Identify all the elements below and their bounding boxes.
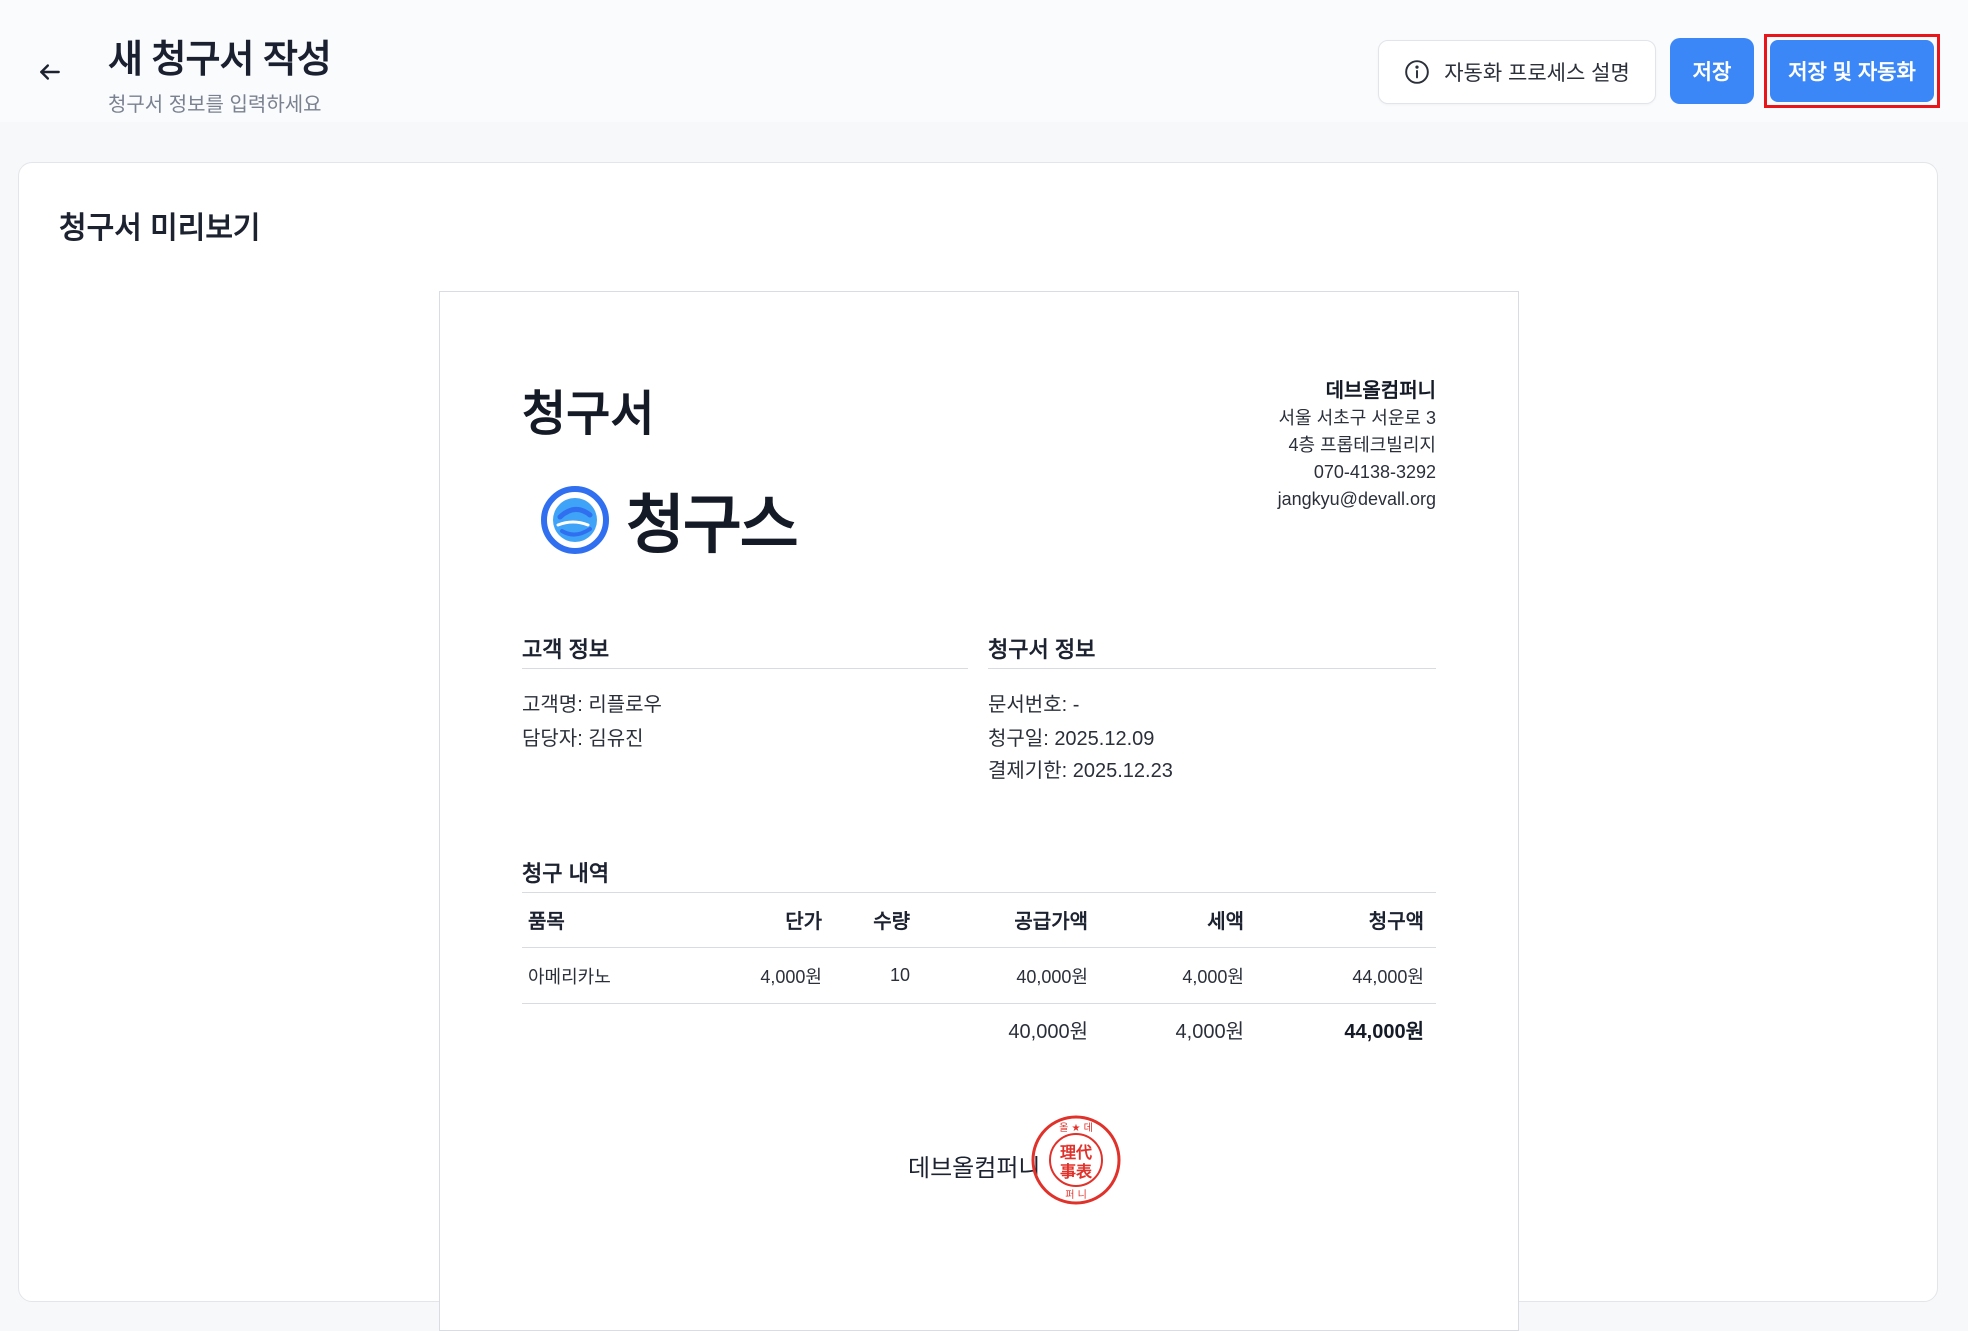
company-address-2: 4층 프롭테크빌리지 xyxy=(1288,435,1437,455)
due-date: 결제기한: 2025.12.23 xyxy=(988,760,1173,782)
invoice-date: 청구일: 2025.12.09 xyxy=(988,728,1155,750)
preview-title: 청구서 미리보기 xyxy=(59,212,261,245)
table-total-row: 40,000원 4,000원 44,000원 xyxy=(522,1004,1436,1054)
customer-name: 고객명: 리플로우 xyxy=(522,694,662,716)
company-seal-stamp-icon: 올 ★ 데 퍼 니 理代 事表 xyxy=(1031,1115,1121,1205)
company-logo: 청구스 xyxy=(540,474,799,566)
row-unit-price: 4,000원 xyxy=(760,966,822,987)
invoice-paper: 청구서 청구스 데브올컴퍼니 서울 서초구 서운로 3 4층 프롭테크빌리지 0… xyxy=(439,291,1519,1331)
customer-section-divider xyxy=(522,668,968,669)
header-supply-amount: 공급가액 xyxy=(1014,911,1088,933)
row-item: 아메리카노 xyxy=(528,966,611,987)
header-tax: 세액 xyxy=(1207,911,1244,933)
company-email: jangkyu@devall.org xyxy=(1277,489,1436,509)
svg-text:理代: 理代 xyxy=(1060,1143,1092,1162)
page-subtitle: 청구서 정보를 입력하세요 xyxy=(108,94,322,116)
row-quantity: 10 xyxy=(889,965,910,985)
total-supply-amount: 40,000원 xyxy=(1008,1020,1088,1043)
company-phone: 070-4138-3292 xyxy=(1313,462,1436,482)
invoice-title: 청구서 xyxy=(522,388,655,441)
total-tax: 4,000원 xyxy=(1175,1020,1244,1043)
save-and-automate-button[interactable]: 저장 및 자동화 xyxy=(1770,40,1934,102)
signature-company-name: 데브올컴퍼니 xyxy=(908,1155,1041,1182)
chunggus-logo-icon xyxy=(541,486,609,554)
customer-manager: 담당자: 김유진 xyxy=(522,728,644,750)
invoice-info-divider xyxy=(988,668,1436,669)
page-title: 새 청구서 작성 xyxy=(108,39,332,81)
invoice-preview-card: 청구서 미리보기 청구서 청구스 데브올컴퍼니 서울 서초구 서운로 3 4층 … xyxy=(18,162,1938,1331)
arrow-left-icon xyxy=(40,64,60,80)
company-address-1: 서울 서초구 서운로 3 xyxy=(1278,408,1437,428)
document-number: 문서번호: - xyxy=(988,694,1080,716)
row-billed-amount: 44,000원 xyxy=(1352,966,1424,987)
table-header: 품목 단가 수량 공급가액 세액 청구액 xyxy=(522,892,1436,948)
save-button[interactable]: 저장 xyxy=(1670,38,1754,104)
row-tax: 4,000원 xyxy=(1182,966,1244,987)
page-header: 새 청구서 작성 청구서 정보를 입력하세요 자동화 프로세스 설명 저장 저장… xyxy=(0,0,1968,122)
logo-text: 청구스 xyxy=(626,489,799,561)
table-row: 아메리카노 4,000원 10 40,000원 4,000원 44,000원 xyxy=(522,948,1436,1004)
header-unit-price: 단가 xyxy=(785,911,822,933)
company-info: 데브올컴퍼니 서울 서초구 서운로 3 4층 프롭테크빌리지 070-4138-… xyxy=(1278,378,1436,513)
svg-text:퍼 니: 퍼 니 xyxy=(1065,1189,1087,1201)
svg-text:올 ★ 데: 올 ★ 데 xyxy=(1059,1122,1093,1134)
billing-section-title: 청구 내역 xyxy=(522,861,610,886)
header-quantity: 수량 xyxy=(873,911,910,933)
automation-explain-label: 자동화 프로세스 설명 xyxy=(1444,62,1630,85)
highlight-frame: 저장 및 자동화 xyxy=(1764,34,1940,108)
total-billed-amount: 44,000원 xyxy=(1344,1020,1424,1043)
customer-section-title: 고객 정보 xyxy=(522,637,610,662)
svg-text:事表: 事表 xyxy=(1060,1162,1093,1181)
row-supply-amount: 40,000원 xyxy=(1016,966,1088,987)
back-button[interactable] xyxy=(32,54,68,90)
info-icon xyxy=(1405,60,1430,84)
header-item: 품목 xyxy=(528,911,565,933)
header-billed-amount: 청구액 xyxy=(1368,911,1424,933)
automation-explain-button[interactable]: 자동화 프로세스 설명 xyxy=(1378,40,1656,104)
company-name: 데브올컴퍼니 xyxy=(1325,380,1436,402)
invoice-info-section-title: 청구서 정보 xyxy=(988,637,1096,662)
